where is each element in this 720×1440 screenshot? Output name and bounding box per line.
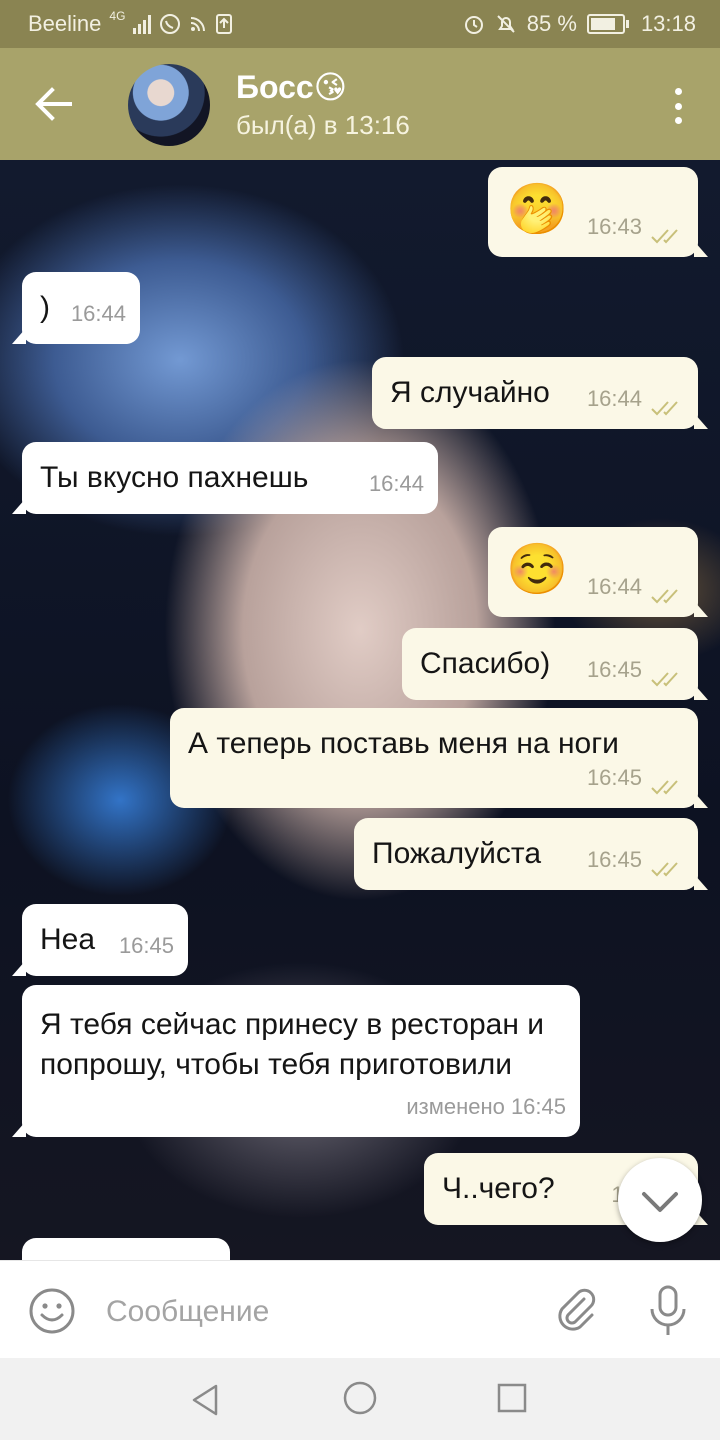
read-ticks-icon bbox=[651, 589, 678, 604]
nav-recent-apps-button[interactable] bbox=[494, 1380, 530, 1416]
chat-area[interactable]: 🤭 16:43 ) 16:44 Я случайно 16:44 Ты вкус… bbox=[0, 160, 720, 1260]
upload-icon bbox=[216, 14, 233, 34]
message-time: 16:44 bbox=[70, 301, 126, 326]
chevron-down-icon bbox=[642, 1192, 678, 1212]
message-bubble[interactable]: 🤭 16:43 bbox=[488, 167, 708, 257]
read-ticks-icon bbox=[651, 862, 678, 877]
chat-header: Босс😘 был(а) в 13:16 bbox=[0, 48, 720, 160]
message-text: Ч..чего? bbox=[442, 1172, 555, 1205]
square-recent-icon bbox=[497, 1383, 527, 1413]
message-bubble[interactable]: Я тебя сейчас принесу в ресторан и попро… bbox=[12, 985, 580, 1137]
message-text: Пожалуйста bbox=[372, 837, 542, 870]
message-time: изменено 16:45 bbox=[406, 1094, 566, 1119]
nav-home-button[interactable] bbox=[340, 1378, 380, 1418]
read-ticks-icon bbox=[651, 401, 678, 416]
message-time: 16:45 bbox=[118, 933, 174, 958]
message-bubble[interactable]: Ты вкусно пахнешь 16:44 bbox=[12, 442, 438, 514]
read-ticks-icon bbox=[651, 780, 678, 795]
message-bubble[interactable]: Пожалуйста 16:45 bbox=[354, 818, 708, 890]
message-time: 16:45 bbox=[586, 657, 642, 682]
nav-back-button[interactable] bbox=[186, 1380, 226, 1420]
read-ticks-icon bbox=[651, 672, 678, 687]
message-text: Спасибо) bbox=[420, 647, 551, 680]
battery-percent: 85 % bbox=[526, 11, 577, 36]
attach-button[interactable] bbox=[552, 1285, 602, 1335]
arrow-left-icon bbox=[35, 87, 72, 121]
read-ticks-icon bbox=[651, 229, 678, 244]
battery-icon bbox=[586, 14, 629, 34]
message-text: Я случайно bbox=[390, 376, 550, 409]
message-text: Я тебя сейчас принесу в ресторан и попро… bbox=[40, 1008, 544, 1081]
message-time: 16:43 bbox=[586, 214, 642, 239]
message-time: 16:45 bbox=[586, 765, 642, 790]
status-right: 85 % 13:18 bbox=[463, 11, 696, 37]
message-text: Ты вкусно пахнешь bbox=[40, 461, 309, 494]
message-bubble[interactable]: Неа 16:45 bbox=[12, 904, 188, 976]
scroll-down-button[interactable] bbox=[618, 1158, 702, 1242]
rss-icon bbox=[191, 17, 206, 32]
message-text: А теперь поставь меня на ноги bbox=[188, 727, 619, 760]
smiley-icon bbox=[29, 1288, 75, 1334]
message-time: 16:44 bbox=[368, 471, 424, 496]
last-seen-status: был(а) в 13:16 bbox=[236, 110, 410, 140]
network-type: 4G bbox=[109, 9, 126, 23]
system-nav-bar bbox=[0, 1358, 720, 1440]
message-bubble[interactable]: ) 16:44 bbox=[12, 272, 140, 344]
signal-icon bbox=[133, 14, 152, 34]
message-time: 16:44 bbox=[586, 386, 642, 411]
message-emoji: 🤭 bbox=[506, 180, 569, 238]
message-time: 16:45 bbox=[586, 847, 642, 872]
triangle-back-icon bbox=[192, 1384, 218, 1416]
message-bubble[interactable]: Я случайно 16:44 bbox=[372, 357, 708, 429]
message-bubble[interactable]: Спасибо) 16:45 bbox=[402, 628, 708, 700]
emoji-button[interactable] bbox=[28, 1287, 76, 1335]
message-input[interactable] bbox=[104, 1287, 528, 1337]
message-time: 16:44 bbox=[586, 574, 642, 599]
mute-bell-icon bbox=[497, 15, 515, 33]
message-emoji: ☺️ bbox=[506, 540, 569, 598]
whatsapp-icon bbox=[160, 14, 181, 34]
message-bubble[interactable]: ☺️ 16:44 bbox=[488, 527, 708, 617]
avatar[interactable] bbox=[128, 64, 210, 146]
microphone-button[interactable] bbox=[646, 1283, 690, 1339]
status-bar: Beeline 4G 85 % 13:18 bbox=[0, 0, 720, 48]
paperclip-icon bbox=[558, 1288, 596, 1331]
circle-home-icon bbox=[343, 1381, 377, 1415]
contact-name[interactable]: Босс😘 bbox=[236, 68, 347, 106]
back-button[interactable] bbox=[30, 82, 78, 126]
microphone-icon bbox=[650, 1285, 686, 1335]
message-text: ) bbox=[40, 291, 50, 324]
status-left: Beeline 4G bbox=[28, 9, 233, 37]
message-bubble[interactable] bbox=[22, 1238, 230, 1260]
carrier-label: Beeline bbox=[28, 11, 102, 36]
clock: 13:18 bbox=[640, 11, 696, 36]
more-vertical-icon[interactable] bbox=[670, 88, 686, 124]
message-text: Неа bbox=[40, 923, 96, 956]
message-input-bar bbox=[0, 1260, 720, 1359]
alarm-icon bbox=[464, 16, 483, 34]
message-bubble[interactable]: А теперь поставь меня на ноги 16:45 bbox=[170, 708, 708, 808]
